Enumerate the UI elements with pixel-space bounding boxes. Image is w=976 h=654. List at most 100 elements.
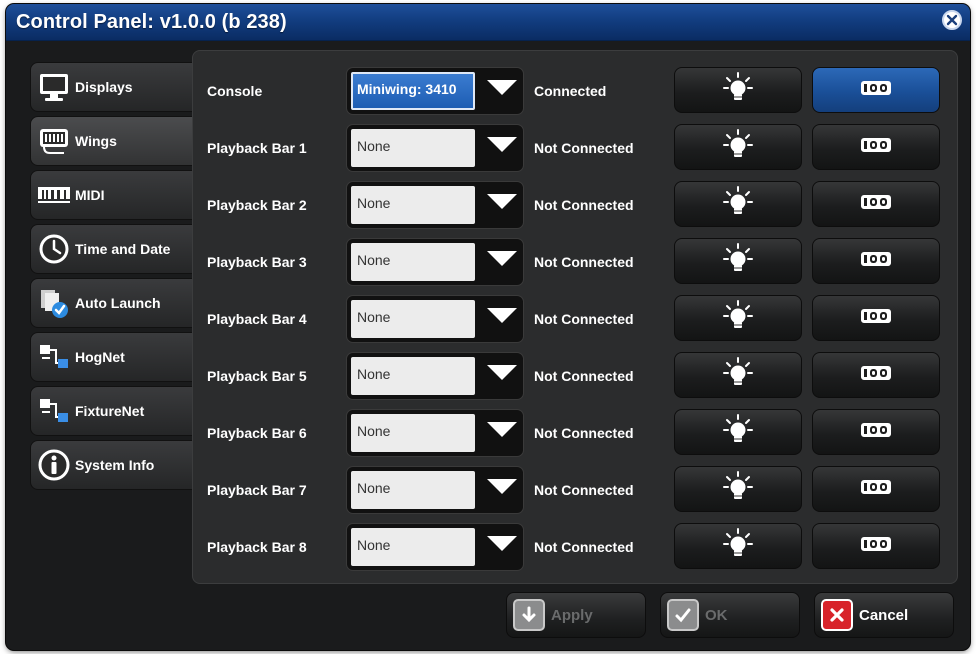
highlight-button[interactable] [674, 295, 802, 341]
device-select-value[interactable]: None [351, 414, 475, 452]
cancel-button[interactable]: Cancel [814, 592, 954, 638]
wing-row: Playback Bar 2 None Not Connected [193, 177, 957, 234]
tab-label: Time and Date [75, 241, 171, 257]
row-label: Playback Bar 4 [207, 311, 307, 327]
identify-button[interactable] [812, 523, 940, 569]
wing-row: Playback Bar 7 None Not Connected [193, 462, 957, 519]
light-bulb-icon [721, 527, 755, 566]
tab-midi[interactable]: MIDI [30, 170, 194, 220]
row-label: Playback Bar 6 [207, 425, 307, 441]
dropdown-arrow-icon[interactable] [487, 308, 517, 323]
device-dropdown[interactable]: None [346, 523, 524, 571]
midi-icon [37, 178, 71, 212]
dropdown-arrow-icon[interactable] [487, 137, 517, 152]
device-dropdown[interactable]: None [346, 409, 524, 457]
tab-fixturenet[interactable]: FixtureNet [30, 386, 194, 436]
wing-row: Playback Bar 4 None Not Connected [193, 291, 957, 348]
wing-identify-icon [860, 251, 892, 272]
ok-button[interactable]: OK [660, 592, 800, 638]
wing-identify-icon [860, 365, 892, 386]
dropdown-arrow-icon[interactable] [487, 365, 517, 380]
highlight-button[interactable] [674, 238, 802, 284]
device-select-value[interactable]: None [351, 357, 475, 395]
row-label: Console [207, 83, 263, 99]
identify-button[interactable] [812, 466, 940, 512]
auto-launch-icon [37, 286, 71, 320]
row-label: Playback Bar 5 [207, 368, 307, 384]
tab-label: Auto Launch [75, 295, 161, 311]
identify-button[interactable] [812, 67, 940, 113]
dropdown-arrow-icon[interactable] [487, 422, 517, 437]
device-select-value[interactable]: None [351, 300, 475, 338]
device-dropdown[interactable]: None [346, 352, 524, 400]
highlight-button[interactable] [674, 181, 802, 227]
tab-label: FixtureNet [75, 403, 145, 419]
device-select-value[interactable]: None [351, 471, 475, 509]
dropdown-arrow-icon[interactable] [487, 479, 517, 494]
highlight-button[interactable] [674, 466, 802, 512]
close-button[interactable] [942, 10, 962, 30]
device-select-value[interactable]: None [351, 186, 475, 224]
device-dropdown[interactable]: None [346, 238, 524, 286]
device-dropdown[interactable]: None [346, 181, 524, 229]
tab-label: Displays [75, 79, 133, 95]
cancel-x-icon [821, 599, 853, 631]
tab-hognet[interactable]: HogNet [30, 332, 194, 382]
connection-status: Not Connected [534, 197, 634, 213]
identify-button[interactable] [812, 409, 940, 455]
highlight-button[interactable] [674, 67, 802, 113]
device-dropdown[interactable]: None [346, 124, 524, 172]
title-bar[interactable]: Control Panel: v1.0.0 (b 238) [6, 4, 970, 41]
identify-button[interactable] [812, 352, 940, 398]
wing-identify-icon [860, 479, 892, 500]
device-select-value[interactable]: Miniwing: 3410 [351, 72, 475, 110]
connection-status: Not Connected [534, 539, 634, 555]
highlight-button[interactable] [674, 523, 802, 569]
wing-row: Playback Bar 1 None Not Connected [193, 120, 957, 177]
wing-row: Playback Bar 8 None Not Connected [193, 519, 957, 576]
wing-row: Playback Bar 5 None Not Connected [193, 348, 957, 405]
identify-button[interactable] [812, 295, 940, 341]
row-label: Playback Bar 1 [207, 140, 307, 156]
light-bulb-icon [721, 356, 755, 395]
tab-time-and-date[interactable]: Time and Date [30, 224, 194, 274]
device-select-value[interactable]: None [351, 129, 475, 167]
tab-auto-launch[interactable]: Auto Launch [30, 278, 194, 328]
highlight-button[interactable] [674, 124, 802, 170]
tab-wings[interactable]: Wings [30, 116, 194, 166]
identify-button[interactable] [812, 181, 940, 227]
apply-label: Apply [551, 606, 593, 624]
device-select-value[interactable]: None [351, 243, 475, 281]
highlight-button[interactable] [674, 352, 802, 398]
tab-system-info[interactable]: System Info [30, 440, 194, 490]
tab-label: Wings [75, 133, 117, 149]
identify-button[interactable] [812, 124, 940, 170]
identify-button[interactable] [812, 238, 940, 284]
window-title: Control Panel: v1.0.0 (b 238) [16, 11, 287, 33]
light-bulb-icon [721, 128, 755, 167]
light-bulb-icon [721, 71, 755, 110]
row-label: Playback Bar 2 [207, 197, 307, 213]
device-dropdown[interactable]: None [346, 295, 524, 343]
device-dropdown[interactable]: None [346, 466, 524, 514]
network-icon [37, 340, 71, 374]
highlight-button[interactable] [674, 409, 802, 455]
connection-status: Not Connected [534, 425, 634, 441]
device-select-value[interactable]: None [351, 528, 475, 566]
dropdown-arrow-icon[interactable] [487, 536, 517, 551]
apply-download-icon [513, 599, 545, 631]
wings-panel: Console Miniwing: 3410 Connected Playback B… [192, 50, 958, 584]
dropdown-arrow-icon[interactable] [487, 194, 517, 209]
connection-status: Not Connected [534, 311, 634, 327]
clock-icon [37, 232, 71, 266]
device-dropdown[interactable]: Miniwing: 3410 [346, 67, 524, 115]
dropdown-arrow-icon[interactable] [487, 80, 517, 95]
apply-button[interactable]: Apply [506, 592, 646, 638]
wing-identify-icon [860, 536, 892, 557]
tab-displays[interactable]: Displays [30, 62, 194, 112]
connection-status: Not Connected [534, 254, 634, 270]
wing-identify-icon [860, 422, 892, 443]
ok-label: OK [705, 606, 728, 624]
dropdown-arrow-icon[interactable] [487, 251, 517, 266]
ok-check-icon [667, 599, 699, 631]
